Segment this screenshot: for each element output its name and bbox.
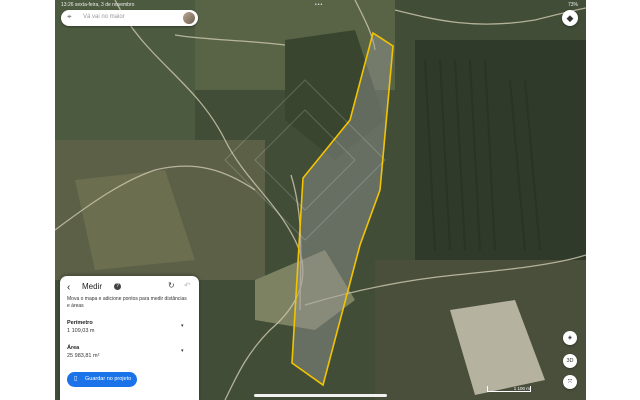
location-pin-icon: ⌖ <box>67 12 72 21</box>
perimeter-label: Perímetro <box>67 320 93 326</box>
status-bar: 13:26 sexta-feira, 3 de novembro ••• 73% <box>55 0 586 10</box>
area-unit-dropdown-icon[interactable]: ▾ <box>181 348 184 354</box>
undo-icon[interactable]: ↶ <box>184 281 191 290</box>
map-layers-stack-button[interactable]: ◈ <box>563 331 577 345</box>
panel-description: Mova o mapa e adicione pontos para medir… <box>67 296 187 309</box>
layers-icon: ◆ <box>566 13 574 23</box>
layers-button[interactable]: ◆ <box>562 10 578 26</box>
3d-toggle-button[interactable]: 3D <box>563 354 577 368</box>
scale-bar: 1 100 m <box>487 386 531 392</box>
back-icon[interactable]: ‹ <box>67 282 70 293</box>
perimeter-unit-dropdown-icon[interactable]: ▾ <box>181 323 184 329</box>
search-bar[interactable]: ⌖ Vá vai no maior <box>61 10 198 26</box>
map-screen: 13:26 sexta-feira, 3 de novembro ••• 73%… <box>55 0 586 400</box>
help-icon[interactable]: ? <box>114 283 121 290</box>
save-button-label: Guardar no projeto <box>85 376 132 382</box>
bookmark-icon: ▯ <box>74 376 78 382</box>
scale-label: 1 100 m <box>513 386 530 391</box>
perimeter-value: 1 109,03 m <box>67 328 95 334</box>
3d-label: 3D <box>566 358 574 364</box>
status-time-date: 13:26 sexta-feira, 3 de novembro <box>61 2 135 8</box>
stack-icon: ◈ <box>567 335 573 341</box>
measure-panel: ‹ Medir ? ↻ ↶ Mova o mapa e adicione pon… <box>60 276 199 400</box>
compass-button[interactable]: ⤧ <box>563 375 577 389</box>
home-indicator[interactable] <box>254 394 387 397</box>
search-input[interactable]: Vá vai no maior <box>83 14 125 20</box>
panel-title: Medir <box>82 282 103 291</box>
status-dots: ••• <box>315 2 324 8</box>
area-label: Área <box>67 345 80 351</box>
area-value: 25 983,81 m² <box>67 353 100 359</box>
battery-level: 73% <box>567 2 578 8</box>
avatar[interactable] <box>183 12 195 24</box>
compass-icon: ⤧ <box>567 379 573 385</box>
save-to-project-button[interactable]: ▯ Guardar no projeto <box>67 372 137 387</box>
redo-icon[interactable]: ↻ <box>168 281 175 290</box>
